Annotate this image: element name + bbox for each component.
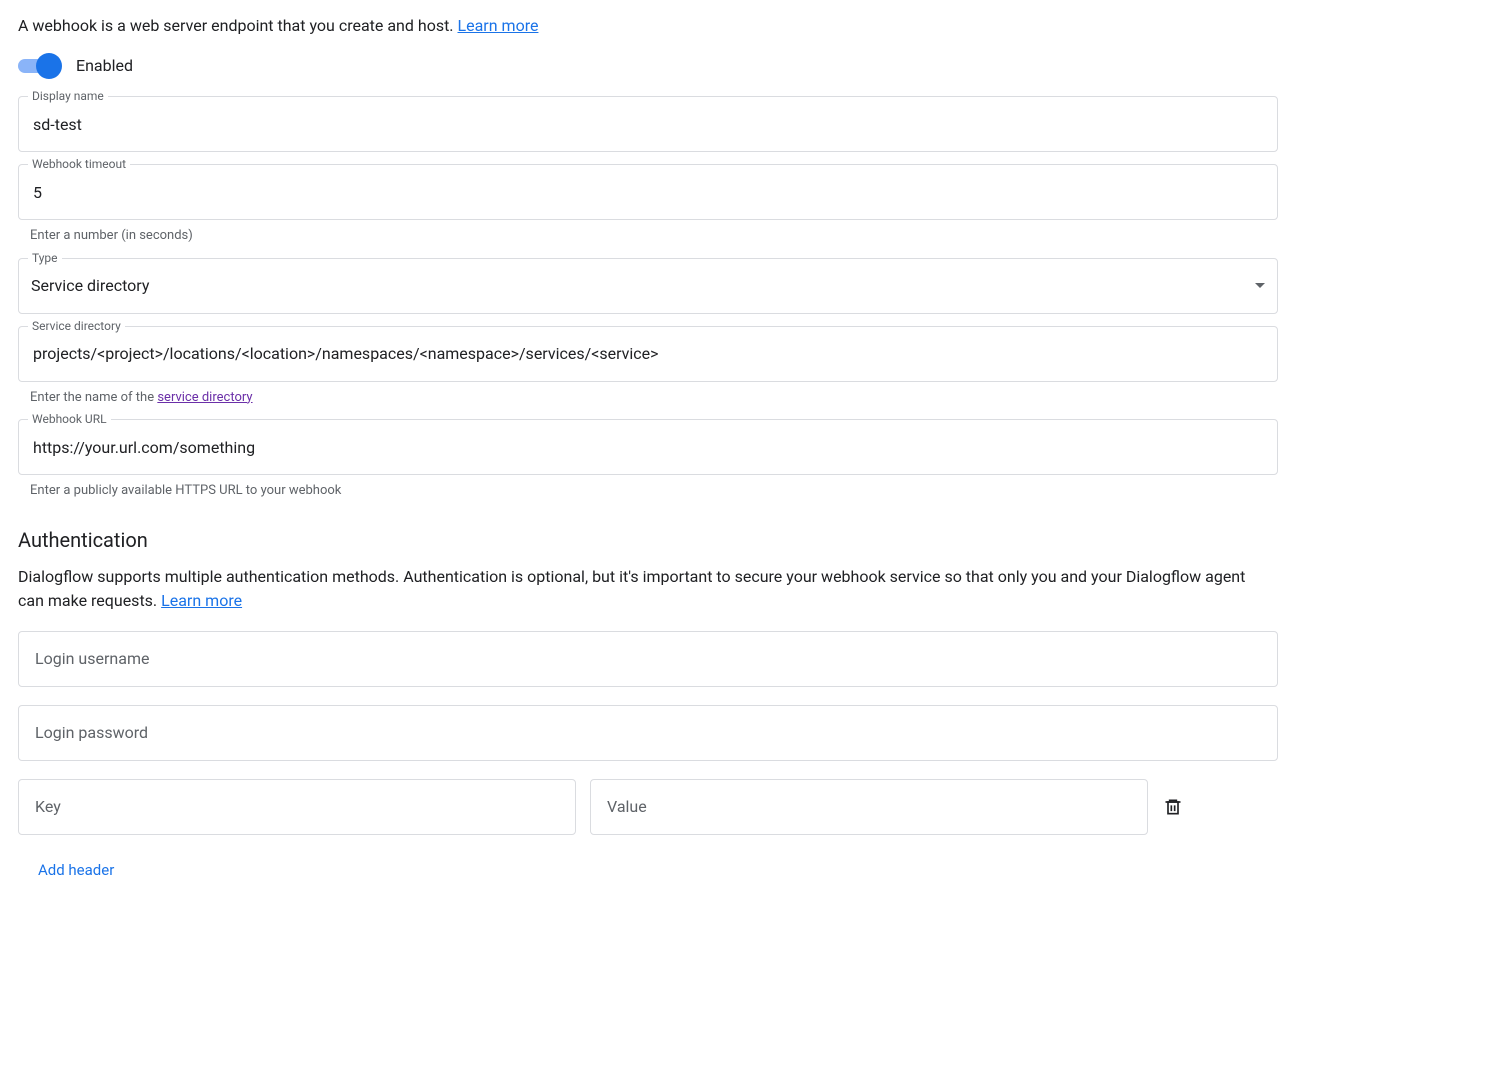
timeout-helper: Enter a number (in seconds) (30, 226, 1278, 246)
learn-more-link[interactable]: Learn more (458, 16, 539, 35)
auth-heading: Authentication (18, 525, 1278, 555)
caret-down-icon (1255, 283, 1265, 288)
auth-learn-more-link[interactable]: Learn more (161, 591, 242, 610)
webhook-url-input[interactable] (31, 437, 1265, 458)
trash-icon (1163, 796, 1183, 818)
service-directory-input[interactable] (31, 343, 1265, 364)
type-value: Service directory (31, 274, 1247, 298)
enabled-toggle[interactable] (18, 52, 62, 80)
enabled-label: Enabled (76, 54, 133, 78)
delete-header-button[interactable] (1162, 796, 1184, 818)
service-directory-link[interactable]: service directory (157, 390, 252, 405)
header-key-input[interactable] (33, 796, 561, 817)
type-select[interactable]: Service directory (18, 258, 1278, 314)
webhook-url-helper: Enter a publicly available HTTPS URL to … (30, 481, 1278, 501)
add-header-button[interactable]: Add header (38, 859, 114, 882)
service-directory-helper-text: Enter the name of the (30, 390, 157, 405)
intro-text: A webhook is a web server endpoint that … (18, 14, 1278, 38)
type-label: Type (28, 249, 62, 267)
display-name-input[interactable] (31, 114, 1265, 135)
auth-description: Dialogflow supports multiple authenticat… (18, 565, 1258, 613)
intro-copy: A webhook is a web server endpoint that … (18, 16, 458, 35)
timeout-input[interactable] (31, 182, 1265, 203)
timeout-label: Webhook timeout (28, 155, 130, 173)
display-name-label: Display name (28, 87, 108, 105)
header-value-input[interactable] (605, 796, 1133, 817)
webhook-url-label: Webhook URL (28, 410, 111, 428)
login-username-input[interactable] (33, 648, 1263, 669)
login-password-input[interactable] (33, 722, 1263, 743)
service-directory-helper: Enter the name of the service directory (30, 388, 1278, 408)
service-directory-label: Service directory (28, 317, 125, 335)
